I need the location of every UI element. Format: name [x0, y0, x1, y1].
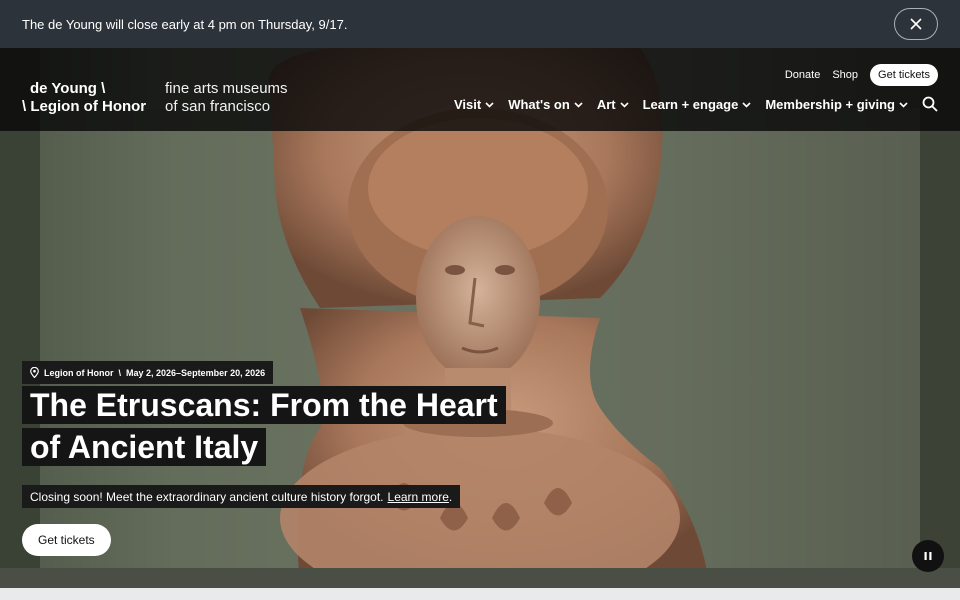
- nav-item-art[interactable]: Art: [597, 97, 629, 112]
- site-logo[interactable]: de Young \ \ Legion of Honor: [22, 80, 146, 116]
- exhibition-meta: Legion of Honor \ May 2, 2026–September …: [22, 361, 274, 384]
- donate-link[interactable]: Donate: [785, 69, 820, 81]
- alert-bar: The de Young will close early at 4 pm on…: [0, 0, 960, 48]
- description-text: Closing soon! Meet the extraordinary anc…: [30, 489, 384, 504]
- alert-close-button[interactable]: [894, 8, 938, 40]
- nav-item-label: Visit: [454, 97, 482, 112]
- nav-item-label: What's on: [508, 97, 570, 112]
- nav-item-label: Membership + giving: [765, 97, 895, 112]
- main-nav: Visit What's on Art Learn + engage Membe…: [454, 97, 908, 112]
- chevron-down-icon: [899, 101, 908, 108]
- logo-line-1: de Young \: [30, 80, 106, 97]
- alert-text: The de Young will close early at 4 pm on…: [22, 16, 348, 32]
- description-end: .: [448, 489, 453, 504]
- nav-item-visit[interactable]: Visit: [454, 97, 494, 112]
- logo-line-2: \ Legion of Honor: [22, 98, 147, 115]
- exhibition-description: Closing soon! Meet the extraordinary anc…: [22, 485, 461, 508]
- nav-item-learn-engage[interactable]: Learn + engage: [643, 97, 752, 112]
- search-button[interactable]: [922, 96, 938, 117]
- hero-get-tickets-button[interactable]: Get tickets: [22, 524, 111, 556]
- site-header: de Young \ \ Legion of Honor fine arts m…: [0, 48, 960, 131]
- nav-item-label: Learn + engage: [642, 97, 739, 112]
- header-get-tickets-button[interactable]: Get tickets: [870, 64, 938, 86]
- nav-item-membership-giving[interactable]: Membership + giving: [765, 97, 908, 112]
- meta-separator: \: [118, 367, 122, 378]
- chevron-down-icon: [485, 101, 494, 108]
- learn-more-link[interactable]: Learn more: [388, 490, 449, 504]
- nav-item-whats-on[interactable]: What's on: [508, 97, 583, 112]
- chevron-down-icon: [574, 101, 583, 108]
- chevron-down-icon: [742, 101, 751, 108]
- exhibition-location[interactable]: Legion of Honor: [44, 368, 114, 378]
- close-icon: [910, 18, 922, 30]
- shop-link[interactable]: Shop: [832, 69, 858, 81]
- search-icon: [922, 96, 938, 112]
- utility-nav: Donate Shop Get tickets: [785, 64, 938, 86]
- pause-icon: [924, 552, 932, 560]
- nav-item-label: Art: [596, 97, 616, 112]
- tagline-line-2: of san francisco: [165, 98, 271, 115]
- exhibition-title-line-1[interactable]: The Etruscans: From the Heart: [22, 386, 506, 424]
- exhibition-dates: May 2, 2026–September 20, 2026: [126, 367, 266, 378]
- tagline-line-1: fine arts museums: [165, 80, 288, 97]
- pause-button[interactable]: [912, 540, 944, 572]
- chevron-down-icon: [620, 101, 629, 108]
- exhibition-title-line-2[interactable]: of Ancient Italy: [22, 428, 267, 466]
- map-pin-icon: [30, 367, 39, 378]
- site-tagline: fine arts museums of san francisco: [165, 80, 288, 116]
- page-content-strip: [0, 588, 960, 600]
